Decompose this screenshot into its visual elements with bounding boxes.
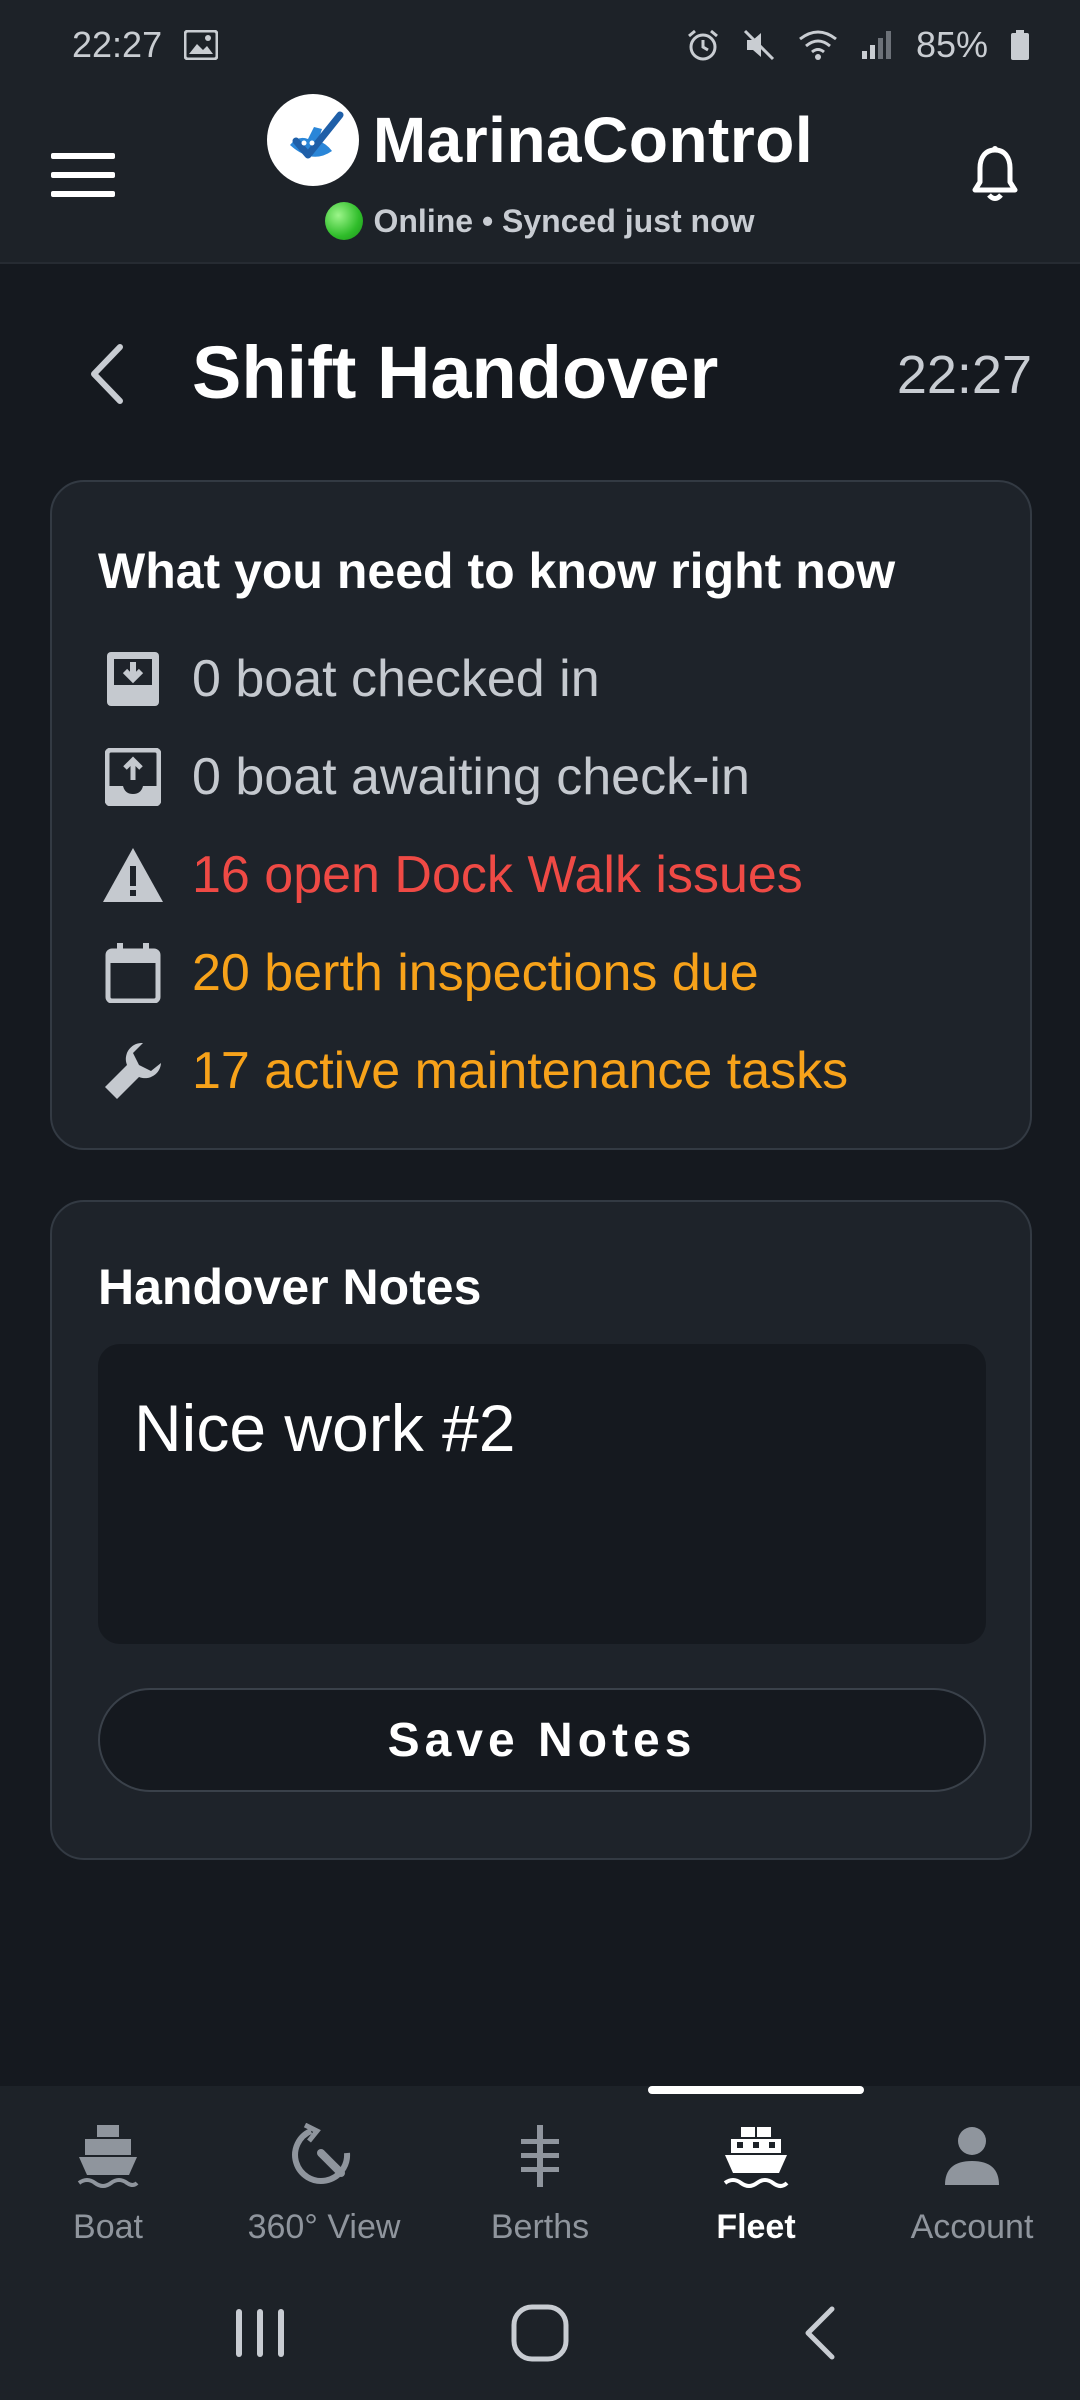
brand: MarinaControl	[0, 94, 1080, 186]
boat-icon	[68, 2116, 148, 2196]
nav-label: 360° View	[247, 2208, 401, 2246]
summary-item-maintenance: 17 active maintenance tasks	[98, 1022, 1000, 1120]
summary-text: 0 boat checked in	[192, 650, 600, 708]
online-status-dot-icon	[325, 202, 364, 240]
chevron-left-icon	[91, 344, 123, 404]
calendar-icon	[98, 938, 168, 1008]
summary-card: What you need to know right now 0 boat c…	[50, 480, 1032, 1150]
battery-icon	[1010, 29, 1030, 61]
active-tab-indicator	[648, 2086, 864, 2094]
status-bar: 22:27 85%	[0, 0, 1080, 90]
notifications-button[interactable]	[962, 138, 1028, 210]
app-header: MarinaControl Online • Synced just now	[0, 90, 1080, 264]
battery-level: 85%	[915, 24, 988, 65]
nav-item-360-view[interactable]: 360° View	[216, 2086, 432, 2266]
sync-status-text: Online • Synced just now	[373, 202, 755, 239]
summary-text: 20 berth inspections due	[192, 944, 759, 1002]
signal-icon	[860, 29, 894, 61]
summary-text: 17 active maintenance tasks	[192, 1042, 849, 1100]
summary-item-dock-walk: 16 open Dock Walk issues	[98, 826, 1000, 924]
back-button[interactable]	[76, 336, 136, 412]
home-icon	[511, 2304, 569, 2362]
fleet-icon	[716, 2116, 796, 2196]
nav-label: Account	[910, 2208, 1034, 2246]
handover-notes-input[interactable]: Nice work #2	[98, 1344, 986, 1644]
nav-label: Berths	[490, 2208, 590, 2246]
wifi-icon	[798, 29, 838, 61]
account-icon	[932, 2116, 1012, 2196]
berths-icon	[500, 2116, 580, 2196]
summary-text: 16 open Dock Walk issues	[192, 846, 803, 904]
nav-label: Fleet	[716, 2208, 796, 2246]
inbox-download-icon	[98, 644, 168, 714]
summary-item-checked-in: 0 boat checked in	[98, 630, 1000, 728]
gallery-notification-icon	[184, 30, 219, 60]
recent-apps-icon	[236, 2309, 284, 2357]
recent-apps-button[interactable]	[215, 2288, 305, 2378]
home-button[interactable]	[495, 2288, 585, 2378]
app-name: MarinaControl	[372, 104, 814, 176]
nav-item-berths[interactable]: Berths	[432, 2086, 648, 2266]
alarm-icon	[686, 28, 720, 62]
bottom-nav: Boat 360° View Berths Fleet Account	[0, 2086, 1080, 2266]
summary-list: 0 boat checked in 0 boat awaiting check-…	[98, 630, 1000, 1120]
summary-text: 0 boat awaiting check-in	[192, 748, 750, 806]
360-view-icon	[284, 2116, 364, 2196]
marina-logo-icon	[266, 94, 359, 186]
sync-status: Online • Synced just now	[0, 202, 1080, 240]
system-nav-bar	[0, 2266, 1080, 2400]
nav-item-fleet[interactable]: Fleet	[648, 2086, 864, 2266]
handover-notes-card: Handover Notes Nice work #2 Save Notes	[50, 1200, 1032, 1860]
nav-label: Boat	[73, 2208, 143, 2246]
nav-item-account[interactable]: Account	[864, 2086, 1080, 2266]
title-row: Shift Handover 22:27	[0, 318, 1080, 428]
system-back-button[interactable]	[775, 2288, 865, 2378]
summary-item-awaiting: 0 boat awaiting check-in	[98, 728, 1000, 826]
summary-heading: What you need to know right now	[98, 543, 896, 599]
status-time: 22:27	[72, 24, 163, 65]
wrench-icon	[98, 1036, 168, 1106]
page-title: Shift Handover	[192, 331, 719, 414]
save-notes-button[interactable]: Save Notes	[98, 1688, 986, 1792]
warning-icon	[98, 840, 168, 910]
inbox-upload-icon	[98, 742, 168, 812]
nav-item-boat[interactable]: Boat	[0, 2086, 216, 2266]
back-arrow-icon	[805, 2306, 835, 2360]
notes-heading: Handover Notes	[98, 1259, 482, 1315]
page-time: 22:27	[896, 345, 1032, 405]
summary-item-inspections: 20 berth inspections due	[98, 924, 1000, 1022]
mute-icon	[742, 28, 776, 62]
shift-handover-screen: 22:27 85% MarinaControl Online • Synced …	[0, 0, 1080, 2400]
bell-icon	[972, 146, 1018, 201]
